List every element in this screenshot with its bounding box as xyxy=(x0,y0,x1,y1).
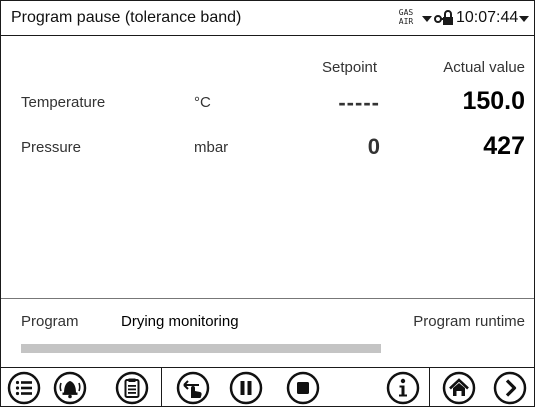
parameter-unit: °C xyxy=(194,94,211,111)
next-button[interactable] xyxy=(493,371,527,405)
menu-button[interactable] xyxy=(7,371,41,405)
gas-mode-bottom-label: AIR xyxy=(398,17,414,26)
page-title: Program pause (tolerance band) xyxy=(11,9,242,26)
home-icon xyxy=(442,371,476,405)
controller-screen: Program pause (tolerance band) GAS AIR 1… xyxy=(0,0,535,407)
clipboard-icon xyxy=(115,371,149,405)
gas-mode-dropdown-icon[interactable] xyxy=(422,16,432,22)
program-runtime-label: Program runtime xyxy=(413,313,525,330)
info-icon xyxy=(386,371,420,405)
clock-time: 10:07:44 xyxy=(456,9,519,26)
alarm-button[interactable] xyxy=(53,371,87,405)
info-button[interactable] xyxy=(386,371,420,405)
bottom-toolbar xyxy=(1,367,534,407)
program-progress-bar xyxy=(21,344,381,353)
toolbar-divider xyxy=(161,368,162,407)
stop-icon xyxy=(286,371,320,405)
program-divider xyxy=(1,298,534,299)
setpoint-value: 0 xyxy=(367,134,380,159)
clock-dropdown-icon[interactable] xyxy=(519,16,529,22)
actual-value-column-header: Actual value xyxy=(443,59,525,76)
toolbar-divider xyxy=(429,368,430,407)
program-name: Drying monitoring xyxy=(121,313,239,330)
next-icon xyxy=(493,371,527,405)
menu-icon xyxy=(7,371,41,405)
notes-button[interactable] xyxy=(115,371,149,405)
lock-icon[interactable] xyxy=(434,10,454,26)
pause-button[interactable] xyxy=(229,371,263,405)
setpoint-value: ----- xyxy=(338,90,380,115)
alarm-icon xyxy=(53,371,87,405)
gas-mode-top-label: GAS xyxy=(398,8,414,17)
parameter-label: Pressure xyxy=(21,139,82,156)
touch-icon xyxy=(176,371,210,405)
stop-button[interactable] xyxy=(286,371,320,405)
home-button[interactable] xyxy=(442,371,476,405)
program-label: Program xyxy=(21,313,79,330)
parameter-unit: mbar xyxy=(194,139,229,156)
pause-icon xyxy=(229,371,263,405)
actual-value: 427 xyxy=(483,132,525,160)
actual-value: 150.0 xyxy=(462,87,525,115)
title-bar: Program pause (tolerance band) GAS AIR 1… xyxy=(1,1,534,36)
setpoint-column-header: Setpoint xyxy=(322,59,378,76)
program-entry-button[interactable] xyxy=(176,371,210,405)
parameter-label: Temperature xyxy=(21,94,106,111)
gas-mode-indicator[interactable]: GAS AIR xyxy=(395,8,417,26)
